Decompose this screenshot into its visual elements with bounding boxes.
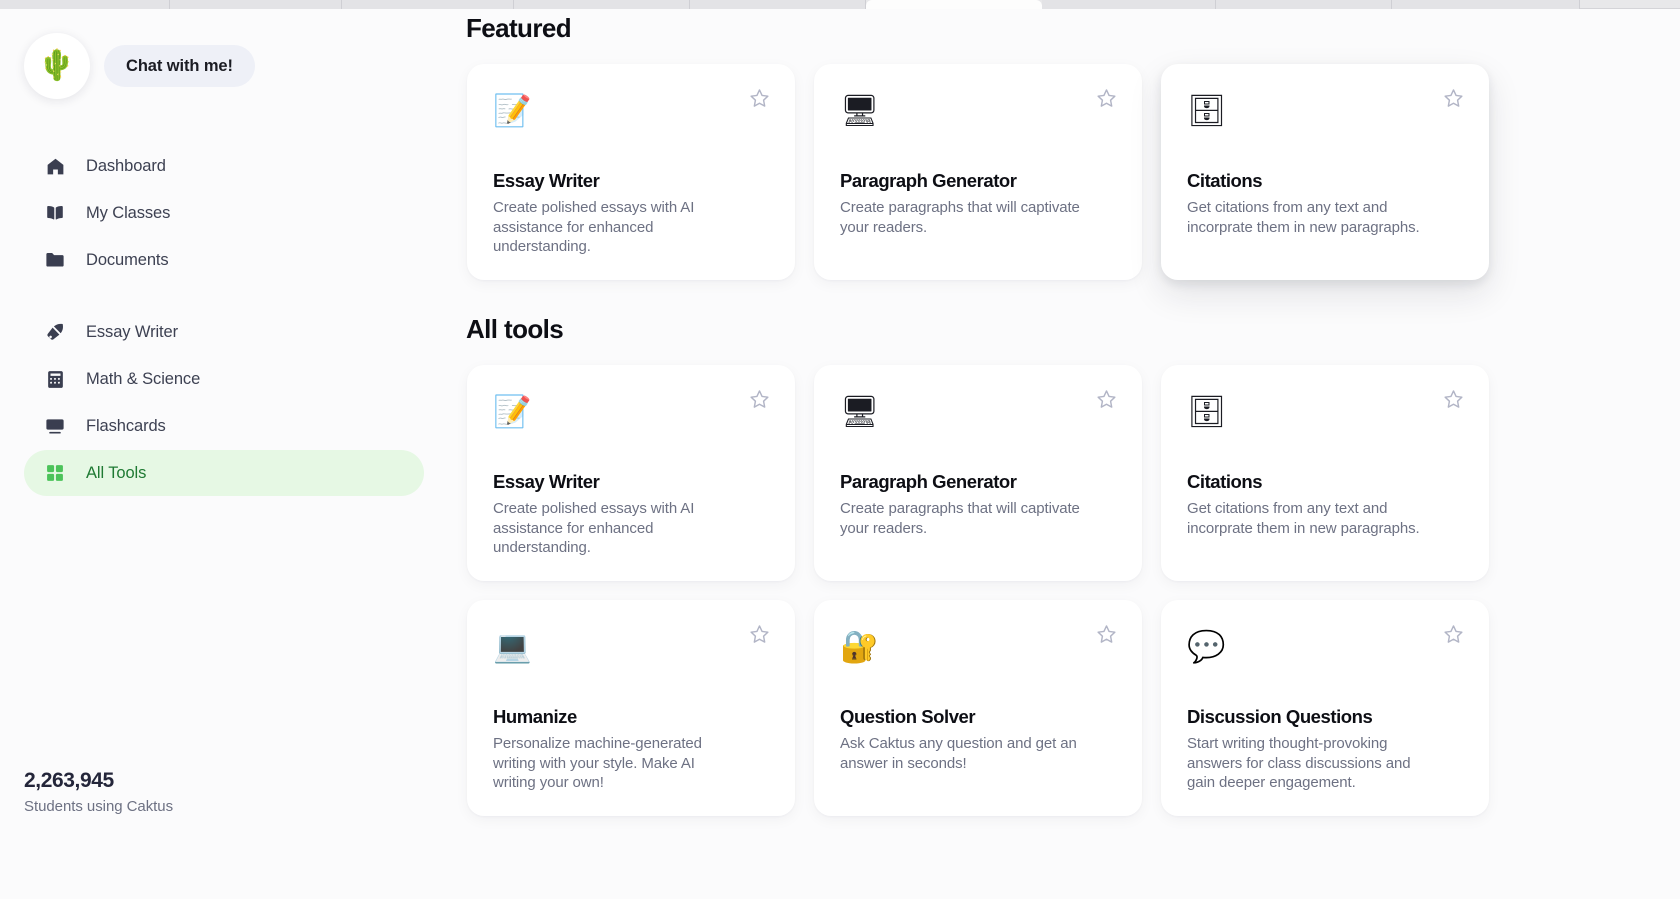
document-pencil-icon: 📝 — [493, 393, 532, 429]
tools-scroll-area[interactable]: Featured 📝 Essay Writer Create polished es… — [448, 9, 1680, 899]
tool-card[interactable]: 💬 Discussion Questions Start writing thoug… — [1161, 600, 1489, 816]
all-tools-card-grid: 📝 Essay Writer Create polished essays with… — [467, 365, 1680, 816]
speech-bubbles-icon: 💬 — [1187, 628, 1226, 664]
browser-tab[interactable] — [866, 0, 1042, 9]
sidebar-item-my-classes[interactable]: My Classes — [24, 190, 424, 236]
tool-card-title: Discussion Questions — [1187, 706, 1373, 727]
tool-card[interactable]: 🔐 Question Solver Ask Caktus any question … — [814, 600, 1142, 816]
sidebar-item-all-tools[interactable]: All Tools — [24, 450, 424, 496]
sidebar-item-flashcards[interactable]: Flashcards — [24, 403, 424, 449]
sidebar-item-label: Dashboard — [86, 156, 166, 175]
featured-section-title: Featured — [466, 13, 572, 43]
padlock-icon: 🔐 — [840, 628, 879, 664]
flashcard-icon — [44, 415, 66, 437]
sidebar-item-label: Essay Writer — [86, 322, 179, 341]
browser-tab[interactable] — [514, 0, 690, 9]
tool-card[interactable]: 📝 Essay Writer Create polished essays with… — [467, 64, 795, 280]
favorite-star-icon[interactable] — [1442, 388, 1465, 411]
tool-card[interactable]: 🖥 Paragraph Generator Create paragraphs th… — [814, 365, 1142, 581]
browser-tab[interactable] — [1216, 0, 1392, 9]
tool-card-title: Question Solver — [840, 706, 976, 727]
document-pencil-icon: 📝 — [493, 92, 532, 128]
favorite-star-icon[interactable] — [1095, 623, 1118, 646]
favorite-star-icon[interactable] — [1095, 388, 1118, 411]
tool-card-description: Start writing thought-provoking answers … — [1187, 735, 1411, 792]
tool-card[interactable]: 🗄 Citations Get citations from any text an… — [1161, 365, 1489, 581]
folder-icon — [44, 249, 66, 271]
chat-with-me-button[interactable]: Chat with me! — [104, 45, 255, 87]
tool-card[interactable]: 📝 Essay Writer Create polished essays with… — [467, 365, 795, 581]
tool-card-description: Personalize machine-generated writing wi… — [493, 735, 702, 792]
tool-card-description: Get citations from any text and incorpra… — [1187, 500, 1420, 537]
tool-card-description: Create polished essays with AI assistanc… — [493, 500, 695, 557]
sidebar-item-label: Math & Science — [86, 369, 201, 388]
book-icon — [44, 202, 66, 224]
browser-tab[interactable] — [342, 0, 514, 9]
sidebar-item-documents[interactable]: Documents — [24, 237, 424, 283]
home-icon — [44, 155, 66, 177]
tool-card-description: Ask Caktus any question and get an answe… — [840, 735, 1077, 772]
tool-card-description: Create polished essays with AI assistanc… — [493, 199, 695, 256]
all-tools-section-title: All tools — [466, 314, 564, 344]
tool-card[interactable]: 🖥 Paragraph Generator Create paragraphs th… — [814, 64, 1142, 280]
tool-card-title: Paragraph Generator — [840, 471, 1017, 492]
tool-card[interactable]: 💻 Humanize Personalize machine-generated w… — [467, 600, 795, 816]
sidebar-nav: Dashboard My Classes Documents Essay Writer… — [0, 143, 448, 496]
browser-tab[interactable] — [690, 0, 866, 9]
browser-tab-strip — [0, 0, 1680, 9]
browser-tab[interactable] — [0, 0, 170, 9]
sidebar-item-label: My Classes — [86, 203, 171, 222]
sidebar-item-label: Documents — [86, 250, 169, 269]
favorite-star-icon[interactable] — [1442, 87, 1465, 110]
tool-card-title: Citations — [1187, 471, 1263, 492]
favorite-star-icon[interactable] — [748, 623, 771, 646]
sidebar: 🌵 Chat with me! Dashboard My Classes Docum… — [0, 9, 448, 899]
tool-card-description: Create paragraphs that will captivate yo… — [840, 199, 1080, 236]
tool-card-title: Essay Writer — [493, 170, 600, 191]
student-count: 2,263,945 — [24, 769, 114, 792]
calculator-icon — [44, 368, 66, 390]
tool-card-title: Citations — [1187, 170, 1263, 191]
brand-row: 🌵 Chat with me! — [0, 9, 448, 99]
favorite-star-icon[interactable] — [1442, 623, 1465, 646]
sidebar-item-label: Flashcards — [86, 416, 166, 435]
tool-card-title: Essay Writer — [493, 471, 600, 492]
sidebar-item-essay-writer[interactable]: Essay Writer — [24, 309, 424, 355]
tool-card-title: Paragraph Generator — [840, 170, 1017, 191]
file-cabinet-icon: 🗄 — [1187, 92, 1227, 128]
tool-card-description: Get citations from any text and incorpra… — [1187, 199, 1420, 236]
main-content: Featured 📝 Essay Writer Create polished es… — [448, 9, 1680, 899]
tool-card-description: Create paragraphs that will captivate yo… — [840, 500, 1080, 537]
browser-tab[interactable] — [1042, 0, 1216, 9]
student-count-caption: Students using Caktus — [24, 798, 174, 815]
favorite-star-icon[interactable] — [1095, 87, 1118, 110]
browser-tab[interactable] — [170, 0, 342, 9]
tool-card-title: Humanize — [493, 706, 577, 727]
grid-icon — [44, 462, 66, 484]
pen-nib-icon — [44, 321, 66, 343]
sidebar-item-dashboard[interactable]: Dashboard — [24, 143, 424, 189]
favorite-star-icon[interactable] — [748, 87, 771, 110]
laptop-brain-icon: 💻 — [493, 628, 532, 664]
sidebar-item-label: All Tools — [86, 463, 147, 482]
app-shell: 🌵 Chat with me! Dashboard My Classes Docum… — [0, 9, 1680, 899]
sidebar-nav-group: Dashboard My Classes Documents — [0, 143, 448, 283]
cactus-glyph: 🌵 — [38, 49, 76, 82]
monitor-document-pencil-icon: 🖥 — [840, 92, 880, 128]
file-cabinet-icon: 🗄 — [1187, 393, 1227, 429]
students-using-caktus-stat: 2,263,945 Students using Caktus — [24, 769, 173, 815]
sidebar-item-math-science[interactable]: Math & Science — [24, 356, 424, 402]
sidebar-nav-group: Essay Writer Math & Science Flashcards All … — [0, 309, 448, 496]
browser-tab[interactable] — [1392, 0, 1580, 9]
monitor-document-pencil-icon: 🖥 — [840, 393, 880, 429]
featured-card-grid: 📝 Essay Writer Create polished essays with… — [467, 64, 1680, 280]
favorite-star-icon[interactable] — [748, 388, 771, 411]
cactus-icon[interactable]: 🌵 — [24, 33, 90, 99]
tool-card[interactable]: 🗄 Citations Get citations from any text an… — [1161, 64, 1489, 280]
